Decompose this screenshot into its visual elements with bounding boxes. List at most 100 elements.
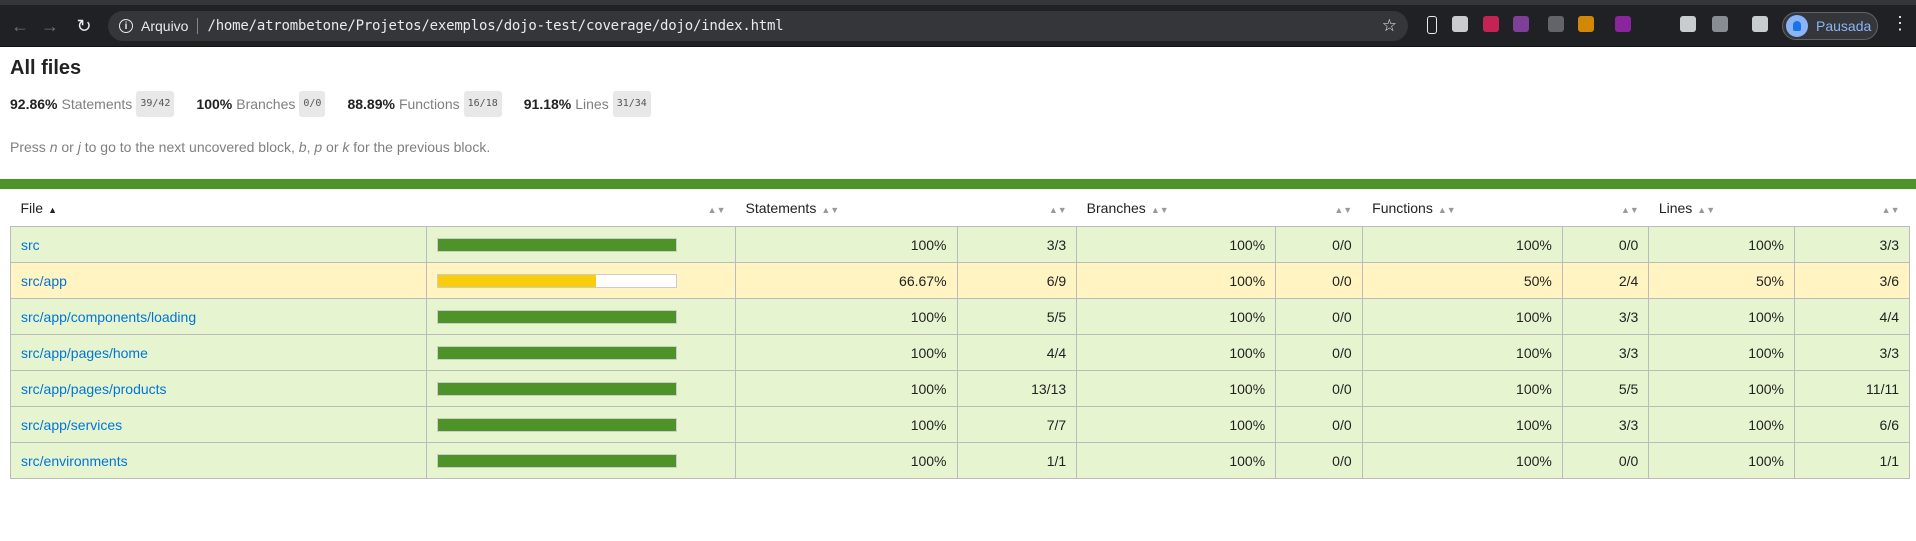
sort-icon: ▲▼ (1437, 204, 1456, 215)
playlist-icon[interactable] (1752, 16, 1768, 32)
coverage-bar-fill (437, 382, 676, 395)
apps-extension-icon[interactable] (1712, 16, 1728, 32)
functions-cell: 0/0 (1561, 226, 1650, 263)
column-header-chart[interactable]: ▲▼ (426, 189, 735, 227)
functions-cell: 3/3 (1561, 334, 1650, 371)
column-header-lines-raw[interactable]: ▲▼ (1795, 189, 1910, 227)
info-icon[interactable]: i (119, 19, 133, 33)
coverage-bar-fill (437, 346, 676, 359)
branches-cell: 0/0 (1275, 406, 1363, 443)
coverage-bar-fill (437, 274, 597, 287)
file-cell: src/environments (10, 442, 427, 479)
sort-asc-icon: ▲ (48, 204, 57, 215)
coverage-bar (436, 309, 677, 324)
functions-pct-cell: 100% (1361, 406, 1563, 443)
coverage-bar-fill (437, 238, 676, 251)
branches-pct-cell: 100% (1076, 442, 1277, 479)
branches-pct-cell: 100% (1076, 334, 1277, 371)
statements-cell: 1/1 (956, 442, 1078, 479)
file-cell: src (10, 226, 427, 263)
scheme-label: Arquivo (141, 18, 189, 34)
statements-cell: 6/9 (956, 262, 1078, 299)
tab-strip (0, 0, 1916, 5)
orange-extension-icon[interactable] (1578, 16, 1594, 32)
file-link[interactable]: src/app/pages/home (21, 345, 148, 361)
file-link[interactable]: src/app (21, 273, 67, 289)
file-link[interactable]: src (21, 237, 40, 253)
profile-label: Pausada (1816, 18, 1872, 34)
address-bar[interactable]: i Arquivo /home/atrombetone/Projetos/exe… (108, 11, 1408, 41)
purple-extension-icon[interactable] (1615, 16, 1631, 32)
reload-icon[interactable]: ↻ (73, 15, 95, 37)
sort-icon: ▲▼ (1048, 204, 1067, 215)
omnibox-separator (197, 18, 199, 34)
phone-cast-icon[interactable] (1427, 16, 1437, 34)
sort-icon: ▲▼ (1697, 204, 1716, 215)
url-text[interactable]: /home/atrombetone/Projetos/exemplos/dojo… (207, 18, 783, 34)
branches-cell: 0/0 (1275, 298, 1363, 335)
file-link[interactable]: src/app/components/loading (21, 309, 196, 325)
grid-extension-icon[interactable] (1513, 16, 1529, 32)
lines-pct-cell: 100% (1648, 226, 1796, 263)
branches-cell: 0/0 (1275, 442, 1363, 479)
coverage-bar-cell (425, 226, 737, 263)
functions-cell: 5/5 (1561, 370, 1650, 407)
column-header-branches[interactable]: Branches ▲▼ (1077, 189, 1276, 227)
file-link[interactable]: src/app/pages/products (21, 381, 167, 397)
statements-pct-cell: 100% (735, 226, 958, 263)
statements-pct-cell: 66.67% (735, 262, 958, 299)
statements-pct-cell: 100% (735, 442, 958, 479)
back-arrow-icon[interactable]: ← (9, 15, 31, 37)
summary-functions: 88.89% Functions 16/18 (347, 91, 502, 117)
page-title: All files (10, 57, 82, 79)
functions-cell: 0/0 (1561, 442, 1650, 479)
functions-pct-cell: 100% (1361, 442, 1563, 479)
lines-cell: 11/11 (1794, 370, 1910, 407)
coverage-bar-cell (425, 370, 737, 407)
lines-pct-cell: 100% (1648, 334, 1796, 371)
sort-icon: ▲▼ (707, 204, 726, 215)
file-link[interactable]: src/app/services (21, 417, 122, 433)
pen-extension-icon[interactable] (1452, 16, 1468, 32)
file-cell: src/app/pages/products (10, 370, 427, 407)
profile-button[interactable]: Pausada (1782, 12, 1878, 40)
coverage-bar (436, 417, 677, 432)
sort-icon: ▲▼ (1620, 204, 1639, 215)
coverage-bar (436, 453, 677, 468)
pdf-extension-icon[interactable] (1680, 16, 1696, 32)
red-extension-icon[interactable] (1483, 16, 1499, 32)
branches-pct-cell: 100% (1076, 298, 1277, 335)
avatar (1786, 15, 1808, 37)
table-row: src/app/services 100% 7/7 100% 0/0 100% 3/3 100… (10, 406, 1910, 443)
summary-lines: 91.18% Lines 31/34 (524, 91, 651, 117)
coverage-bar-fill (437, 418, 676, 431)
column-header-statements[interactable]: Statements ▲▼ (736, 189, 958, 227)
column-header-functions[interactable]: Functions ▲▼ (1362, 189, 1562, 227)
table-row: src/app/pages/home 100% 4/4 100% 0/0 100% 3/3 1… (10, 334, 1910, 371)
file-link[interactable]: src/environments (21, 453, 128, 469)
file-cell: src/app/services (10, 406, 427, 443)
link-extension-icon[interactable] (1548, 16, 1564, 32)
file-cell: src/app/pages/home (10, 334, 427, 371)
kebab-menu-icon[interactable]: ⋮ (1891, 14, 1909, 32)
column-header-file[interactable]: File ▲ (11, 189, 427, 227)
lines-pct-cell: 100% (1648, 406, 1796, 443)
column-header-lines[interactable]: Lines ▲▼ (1649, 189, 1795, 227)
bookmark-star-icon[interactable]: ☆ (1382, 16, 1397, 36)
sort-icon: ▲▼ (821, 204, 840, 215)
sort-icon: ▲▼ (1334, 204, 1353, 215)
column-header-branches-raw[interactable]: ▲▼ (1276, 189, 1362, 227)
browser-toolbar: ← → ↻ i Arquivo /home/atrombetone/Projet… (0, 0, 1916, 47)
coverage-bar-fill (437, 310, 676, 323)
column-header-functions-raw[interactable]: ▲▼ (1562, 189, 1648, 227)
coverage-bar (436, 345, 677, 360)
table-row: src/environments 100% 1/1 100% 0/0 100% 0/0 100… (10, 442, 1910, 479)
forward-arrow-icon[interactable]: → (39, 15, 61, 37)
branches-cell: 0/0 (1275, 334, 1363, 371)
lines-pct-cell: 100% (1648, 298, 1796, 335)
coverage-bar-cell (425, 334, 737, 371)
coverage-bar-fill (437, 454, 676, 467)
column-header-statements-raw[interactable]: ▲▼ (957, 189, 1077, 227)
lines-cell: 4/4 (1794, 298, 1910, 335)
statements-cell: 7/7 (956, 406, 1078, 443)
